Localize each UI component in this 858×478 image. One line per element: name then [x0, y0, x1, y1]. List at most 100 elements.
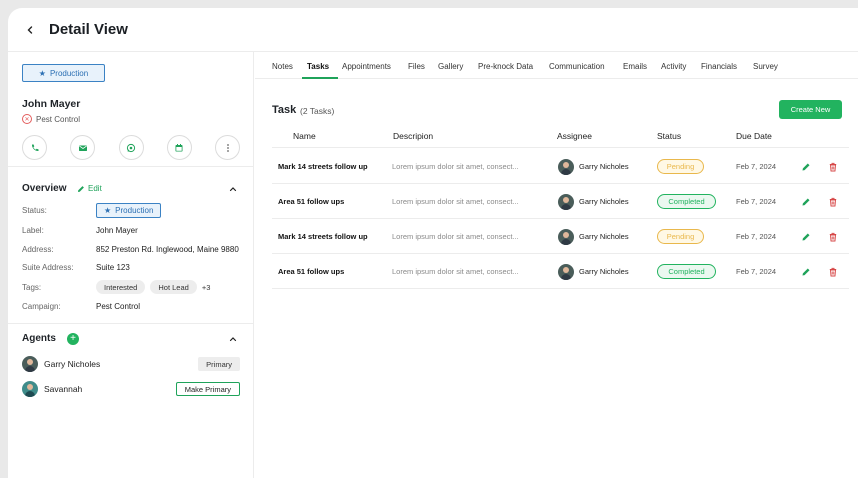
- collapse-overview-button[interactable]: [228, 184, 238, 194]
- star-icon: ★: [104, 206, 112, 215]
- table-row[interactable]: Mark 14 streets follow up Lorem ipsum do…: [272, 219, 849, 254]
- back-button[interactable]: [22, 22, 38, 38]
- chevron-up-icon: [229, 337, 237, 342]
- address-value: 852 Preston Rd. Inglewood, Maine 9880: [96, 245, 239, 254]
- trash-icon: [829, 197, 837, 206]
- tab-activity[interactable]: Activity: [661, 62, 686, 71]
- task-due-date: Feb 7, 2024: [736, 162, 777, 171]
- tab-bar: Notes Tasks Appointments Files Gallery P…: [255, 52, 858, 79]
- edit-task-button[interactable]: [801, 149, 811, 184]
- pencil-icon: [802, 233, 810, 240]
- overview-campaign-row: Campaign: Pest Control: [22, 302, 140, 311]
- agents-title: Agents: [22, 333, 56, 344]
- detail-card: Detail View ★ Production John Mayer ✕ Pe…: [8, 8, 858, 478]
- table-row[interactable]: Mark 14 streets follow up Lorem ipsum do…: [272, 149, 849, 184]
- chevron-up-icon: [229, 187, 237, 192]
- email-icon: [78, 145, 87, 151]
- tag[interactable]: Hot Lead: [150, 280, 197, 294]
- create-new-button[interactable]: Create New: [779, 100, 842, 119]
- calendar-button[interactable]: [166, 135, 192, 160]
- tab-tasks[interactable]: Tasks: [307, 62, 329, 71]
- contact-name: John Mayer: [22, 98, 81, 110]
- divider: [8, 323, 254, 324]
- tag[interactable]: Interested: [96, 280, 146, 294]
- task-name: Mark 14 streets follow up: [278, 232, 368, 241]
- status-badge: Completed: [657, 194, 716, 209]
- task-description: Lorem ipsum dolor sit amet, consect...: [392, 197, 519, 206]
- table-row[interactable]: Area 51 follow ups Lorem ipsum dolor sit…: [272, 184, 849, 219]
- trash-icon: [829, 267, 837, 276]
- tab-survey[interactable]: Survey: [753, 62, 778, 71]
- edit-task-button[interactable]: [801, 254, 811, 289]
- overview-status-row: Status: ★ Production: [22, 203, 162, 218]
- delete-task-button[interactable]: [828, 219, 838, 254]
- tab-pre-knock-data[interactable]: Pre-knock Data: [478, 62, 533, 71]
- task-name: Area 51 follow ups: [278, 267, 345, 276]
- more-button[interactable]: [215, 135, 240, 160]
- app-frame: Detail View ★ Production John Mayer ✕ Pe…: [0, 0, 858, 478]
- status-badge: Pending: [657, 229, 704, 244]
- avatar: [558, 193, 574, 210]
- task-description: Lorem ipsum dolor sit amet, consect...: [392, 267, 519, 276]
- contact-type-label: Pest Control: [36, 114, 81, 124]
- avatar: [558, 158, 574, 175]
- avatar: [22, 381, 38, 397]
- make-primary-button[interactable]: Make Primary: [175, 382, 240, 396]
- tab-gallery[interactable]: Gallery: [438, 62, 463, 71]
- status-label: Status:: [22, 206, 47, 215]
- chat-button[interactable]: [118, 135, 144, 160]
- edit-overview-link[interactable]: Edit: [77, 184, 102, 193]
- avatar: [558, 228, 574, 245]
- collapse-agents-button[interactable]: [228, 334, 238, 344]
- task-assignee: Garry Nicholes: [558, 149, 629, 184]
- avatar: [558, 263, 574, 280]
- column-header-status[interactable]: Status: [657, 131, 681, 141]
- task-section-title: Task: [272, 104, 297, 116]
- plus-icon: +: [70, 333, 76, 344]
- active-tab-indicator: [302, 77, 338, 79]
- tab-emails[interactable]: Emails: [623, 62, 647, 71]
- campaign-value: Pest Control: [96, 302, 141, 311]
- tab-appointments[interactable]: Appointments: [342, 62, 391, 71]
- tab-notes[interactable]: Notes: [272, 62, 293, 71]
- tab-financials[interactable]: Financials: [701, 62, 737, 71]
- call-button[interactable]: [22, 135, 47, 160]
- email-button[interactable]: [70, 135, 96, 160]
- task-due-date: Feb 7, 2024: [736, 267, 777, 276]
- pencil-icon: [78, 185, 84, 192]
- assignee-name: Garry Nicholes: [579, 197, 629, 206]
- table-header-divider: [272, 147, 849, 148]
- column-header-assignee[interactable]: Assignee: [557, 131, 592, 141]
- delete-task-button[interactable]: [828, 254, 838, 289]
- delete-task-button[interactable]: [828, 149, 838, 184]
- column-header-description[interactable]: Descripion: [393, 131, 433, 141]
- column-header-name[interactable]: Name: [293, 131, 316, 141]
- detail-main: Notes Tasks Appointments Files Gallery P…: [255, 52, 858, 478]
- column-header-due-date[interactable]: Due Date: [736, 131, 772, 141]
- task-name: Mark 14 streets follow up: [278, 162, 368, 171]
- edit-task-button[interactable]: [801, 184, 811, 219]
- tab-files[interactable]: Files: [408, 62, 425, 71]
- chat-icon: [126, 143, 136, 152]
- delete-task-button[interactable]: [828, 184, 838, 219]
- task-assignee: Garry Nicholes: [558, 254, 629, 289]
- task-due-date: Feb 7, 2024: [736, 197, 777, 206]
- add-agent-button[interactable]: +: [67, 333, 79, 345]
- edit-task-button[interactable]: [801, 219, 811, 254]
- pencil-icon: [802, 163, 810, 170]
- tab-communication[interactable]: Communication: [549, 62, 605, 71]
- table-row[interactable]: Area 51 follow ups Lorem ipsum dolor sit…: [272, 254, 849, 289]
- pencil-icon: [802, 198, 810, 205]
- suite-value: Suite 123: [96, 263, 130, 272]
- overview-status-badge[interactable]: ★ Production: [96, 203, 162, 218]
- contact-status-badge[interactable]: ★ Production: [22, 64, 105, 82]
- overview-tags-row: Tags: Interested Hot Lead +3: [22, 280, 210, 294]
- tags-more[interactable]: +3: [202, 283, 211, 292]
- trash-icon: [829, 232, 837, 241]
- agent-name: Savannah: [44, 384, 83, 394]
- agent-row: Garry Nicholes Primary: [22, 355, 240, 373]
- page-title: Detail View: [49, 21, 128, 38]
- overview-status-value: Production: [115, 206, 154, 215]
- campaign-label: Campaign:: [22, 302, 61, 311]
- address-label: Address:: [22, 245, 54, 254]
